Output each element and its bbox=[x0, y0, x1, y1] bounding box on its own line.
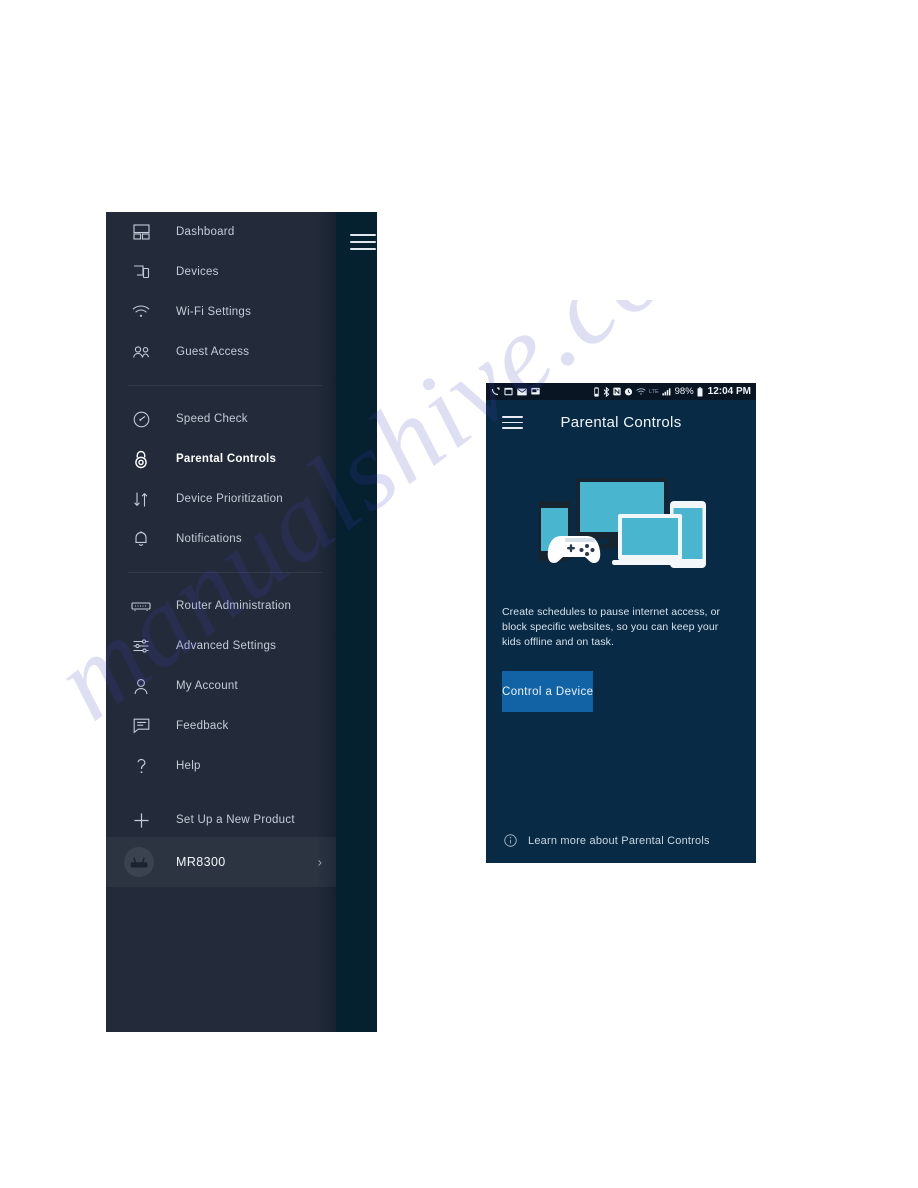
current-device-name: MR8300 bbox=[176, 855, 226, 869]
sidebar-item-label: Guest Access bbox=[176, 346, 250, 358]
description-text: Create schedules to pause internet acces… bbox=[502, 606, 721, 648]
devices-illustration bbox=[486, 445, 756, 605]
game-controller-icon bbox=[547, 536, 600, 563]
sidebar-item-label: Advanced Settings bbox=[176, 640, 277, 652]
wifi-icon bbox=[636, 387, 646, 396]
chat-bubble-icon bbox=[128, 715, 154, 737]
sidebar-item-wifi-settings[interactable]: Wi-Fi Settings bbox=[106, 292, 336, 332]
sidebar-item-label: Speed Check bbox=[176, 413, 248, 425]
mail-icon bbox=[517, 388, 527, 396]
bell-icon bbox=[128, 528, 154, 550]
current-device-row[interactable]: MR8300 › bbox=[106, 837, 336, 887]
router-device-icon bbox=[124, 847, 154, 877]
sidebar-item-parental-controls[interactable]: Parental Controls bbox=[106, 439, 336, 479]
sidebar-item-label: Wi-Fi Settings bbox=[176, 306, 252, 318]
vibrate-icon bbox=[593, 386, 600, 397]
sidebar-item-device-prioritization[interactable]: Device Prioritization bbox=[106, 479, 336, 519]
status-bar: LTE 98% 12:04 PM bbox=[486, 383, 756, 400]
sidebar-item-label: Router Administration bbox=[176, 600, 292, 612]
sidebar-item-label: Notifications bbox=[176, 533, 242, 545]
phone-screenshot: LTE 98% 12:04 PM Parental Controls Creat… bbox=[486, 383, 756, 863]
sidebar-item-my-account[interactable]: My Account bbox=[106, 666, 336, 706]
sidebar-item-devices[interactable]: Devices bbox=[106, 252, 336, 292]
navigation-drawer-screenshot: Dashboard Devices Wi-Fi Settings Guest A… bbox=[106, 212, 377, 1032]
sidebar-item-router-administration[interactable]: Router Administration bbox=[106, 586, 336, 626]
sidebar-item-notifications[interactable]: Notifications bbox=[106, 519, 336, 559]
drawer-spacer bbox=[106, 786, 336, 800]
router-icon bbox=[128, 595, 154, 617]
sidebar-item-label: Device Prioritization bbox=[176, 493, 283, 505]
sidebar-item-advanced-settings[interactable]: Advanced Settings bbox=[106, 626, 336, 666]
info-circle-icon bbox=[504, 834, 517, 847]
sliders-icon bbox=[128, 635, 154, 657]
dashboard-icon bbox=[128, 221, 154, 243]
devices-illustration-svg bbox=[537, 478, 706, 568]
chevron-right-icon[interactable]: › bbox=[318, 855, 322, 870]
question-mark-icon bbox=[128, 755, 154, 777]
laptop-icon bbox=[611, 514, 688, 565]
sidebar-item-label: My Account bbox=[176, 680, 238, 692]
sidebar-item-label: Parental Controls bbox=[176, 453, 277, 465]
drawer-divider-1 bbox=[128, 385, 322, 386]
plus-icon bbox=[128, 809, 154, 831]
sidebar-item-label: Devices bbox=[176, 266, 219, 278]
sidebar-item-guest-access[interactable]: Guest Access bbox=[106, 332, 336, 372]
status-bar-time: 12:04 PM bbox=[707, 386, 751, 397]
sidebar-item-dashboard[interactable]: Dashboard bbox=[106, 212, 336, 252]
hamburger-icon[interactable] bbox=[502, 416, 523, 429]
calendar-icon bbox=[504, 387, 513, 396]
sidebar-item-help[interactable]: Help bbox=[106, 746, 336, 786]
signal-bars-icon bbox=[661, 387, 672, 396]
devices-icon bbox=[128, 261, 154, 283]
sidebar-item-label: Dashboard bbox=[176, 226, 235, 238]
learn-more-label: Learn more about Parental Controls bbox=[528, 834, 710, 847]
lock-icon bbox=[128, 448, 154, 470]
drawer-backdrop-strip bbox=[336, 212, 377, 1032]
sidebar-item-set-up-a-new-product[interactable]: Set Up a New Product bbox=[106, 800, 336, 840]
speedometer-icon bbox=[128, 408, 154, 430]
bluetooth-icon bbox=[603, 386, 610, 397]
status-bar-left-icons bbox=[491, 387, 540, 396]
learn-more-link[interactable]: Learn more about Parental Controls bbox=[486, 834, 756, 847]
wifi-icon bbox=[128, 301, 154, 323]
nfc-icon bbox=[613, 387, 621, 396]
app-bar: Parental Controls bbox=[486, 400, 756, 445]
control-a-device-button[interactable]: Control a Device bbox=[502, 671, 594, 712]
drawer-menu-list: Dashboard Devices Wi-Fi Settings Guest A… bbox=[106, 212, 336, 840]
up-down-arrows-icon bbox=[128, 488, 154, 510]
sidebar-item-label: Help bbox=[176, 760, 201, 772]
sidebar-item-label: Set Up a New Product bbox=[176, 814, 295, 826]
guest-users-icon bbox=[128, 341, 154, 363]
alarm-icon bbox=[624, 387, 633, 396]
sidebar-item-label: Feedback bbox=[176, 720, 229, 732]
battery-full-icon bbox=[697, 386, 703, 397]
lte-label: LTE bbox=[648, 388, 659, 395]
person-icon bbox=[128, 675, 154, 697]
battery-percent: 98% bbox=[674, 386, 694, 397]
page-title: Parental Controls bbox=[560, 414, 682, 431]
sidebar-item-feedback[interactable]: Feedback bbox=[106, 706, 336, 746]
call-forwarding-icon bbox=[491, 387, 500, 396]
drawer-divider-2 bbox=[128, 572, 322, 573]
messages-icon bbox=[531, 387, 540, 396]
status-bar-right-icons: LTE 98% 12:04 PM bbox=[593, 386, 751, 397]
document-page: manualshive.com Dashboard Devices Wi-Fi … bbox=[0, 0, 918, 1188]
hamburger-icon[interactable] bbox=[350, 234, 376, 250]
sidebar-item-speed-check[interactable]: Speed Check bbox=[106, 399, 336, 439]
